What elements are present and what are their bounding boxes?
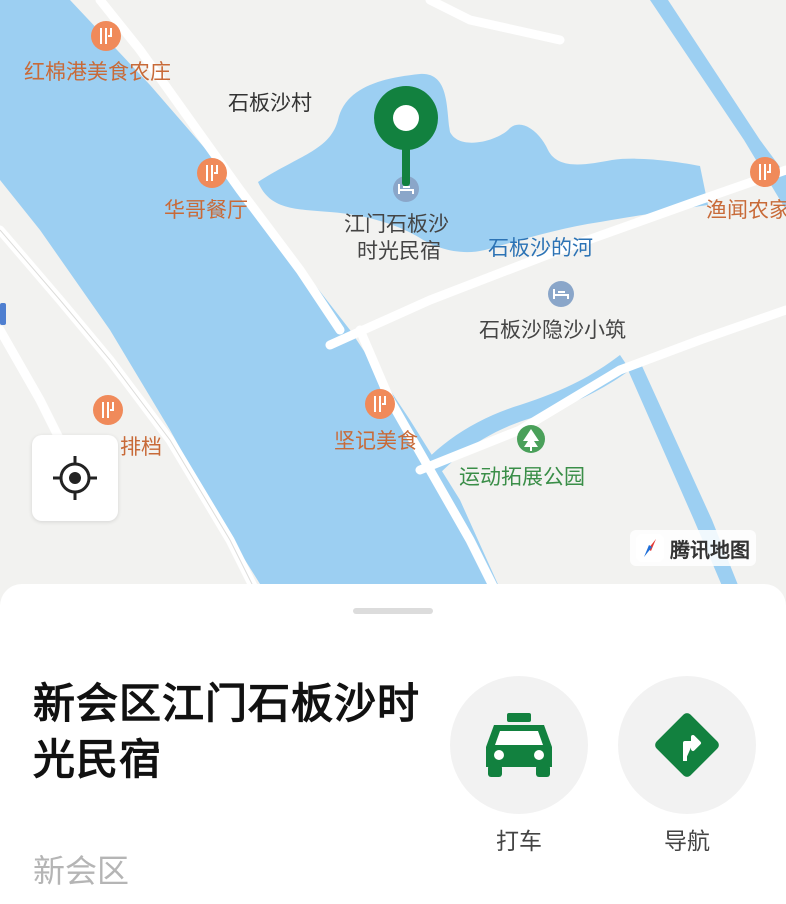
poi-label[interactable]: 渔闻农家: [706, 198, 786, 222]
taxi-label: 打车: [496, 829, 542, 855]
poi-label[interactable]: 时光民宿: [357, 239, 441, 263]
map-brand: 腾讯地图: [630, 530, 756, 566]
compass-logo-icon: [636, 534, 664, 562]
poi-label[interactable]: 坚记美食: [334, 429, 418, 453]
restaurant-icon: [93, 395, 123, 425]
place-district: 新会区: [33, 852, 130, 890]
crosshair-icon: [53, 456, 97, 500]
taxi-button[interactable]: [450, 676, 588, 814]
navigation-button[interactable]: [618, 676, 756, 814]
hotel-icon: [548, 281, 574, 307]
poi-label[interactable]: 排档: [120, 435, 162, 459]
park-icon: [517, 425, 545, 453]
taxi-icon: [486, 713, 552, 777]
place-detail-sheet[interactable]: 新会区江门石板沙时光民宿 打车 导航 新会区: [0, 584, 786, 904]
place-title: 新会区江门石板沙时光民宿: [33, 679, 421, 784]
poi-label[interactable]: 石板沙隐沙小筑: [479, 318, 626, 342]
water-label: 石板沙的河: [488, 236, 593, 260]
poi-label[interactable]: 红棉港美食农庄: [24, 60, 171, 84]
poi-label[interactable]: 运动拓展公园: [459, 465, 585, 489]
restaurant-icon: [750, 157, 780, 187]
locate-me-button[interactable]: [32, 435, 118, 521]
brand-name: 腾讯地图: [670, 537, 750, 562]
poi-label[interactable]: 江门石板沙: [344, 212, 449, 236]
restaurant-icon: [197, 158, 227, 188]
drag-handle[interactable]: [353, 608, 433, 614]
village-label: 石板沙村: [228, 91, 312, 115]
restaurant-icon: [365, 389, 395, 419]
navigation-label: 导航: [664, 829, 710, 855]
restaurant-icon: [91, 21, 121, 51]
navigation-icon: [655, 713, 719, 777]
poi-label[interactable]: 华哥餐厅: [164, 198, 248, 222]
